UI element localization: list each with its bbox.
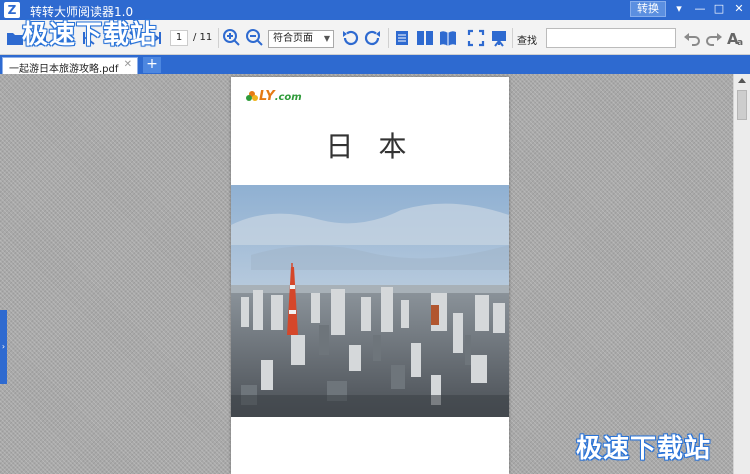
toolbar-divider: [512, 28, 513, 48]
svg-text:a: a: [737, 38, 743, 48]
convert-button[interactable]: 转换: [630, 1, 666, 17]
rotate-left-icon[interactable]: [340, 28, 360, 48]
sidebar-toggle[interactable]: ›: [0, 310, 7, 384]
pdf-page: LY.com 日 本: [231, 77, 509, 474]
tab-bar: 一起游日本旅游攻略.pdf ✕ +: [0, 55, 750, 75]
close-button[interactable]: ✕: [730, 1, 748, 17]
redo-icon[interactable]: [704, 28, 724, 48]
zoom-select-value: 符合页面: [273, 33, 313, 44]
find-input[interactable]: [546, 28, 676, 48]
find-label: 查找: [517, 36, 537, 47]
minimize-button[interactable]: —: [691, 1, 709, 17]
scrollbar-thumb[interactable]: [737, 90, 747, 120]
tab-document[interactable]: 一起游日本旅游攻略.pdf ✕: [2, 57, 138, 75]
vertical-scrollbar[interactable]: [733, 74, 750, 474]
chevron-right-icon: ›: [1, 342, 6, 351]
book-view-icon[interactable]: [438, 28, 458, 48]
app-logo: Z: [4, 2, 20, 18]
tokyo-city-photo: [231, 185, 509, 417]
page-total-label: / 11: [193, 32, 213, 43]
watermark-top: 极速下载站: [22, 20, 158, 50]
single-page-icon[interactable]: [392, 28, 412, 48]
toolbar-divider: [218, 28, 219, 48]
flower-logo-icon: [246, 91, 258, 101]
zoom-out-icon[interactable]: [245, 28, 265, 48]
menu-dropdown-icon[interactable]: ▾: [670, 1, 688, 17]
rotate-right-icon[interactable]: [363, 28, 383, 48]
presentation-icon[interactable]: [489, 28, 509, 48]
zoom-in-icon[interactable]: [222, 28, 242, 48]
undo-icon[interactable]: [682, 28, 702, 48]
close-icon[interactable]: ✕: [124, 59, 132, 70]
page-number-input[interactable]: 1: [170, 30, 188, 46]
maximize-button[interactable]: □: [710, 1, 728, 17]
two-page-icon[interactable]: [415, 28, 435, 48]
scroll-up-arrow-icon[interactable]: [738, 78, 746, 83]
watermark-bottom: 极速下载站: [576, 434, 712, 464]
page-title: 日 本: [325, 130, 415, 163]
add-tab-button[interactable]: +: [143, 57, 161, 73]
tab-label: 一起游日本旅游攻略.pdf: [9, 64, 119, 75]
zoom-select[interactable]: 符合页面 ▼: [268, 30, 334, 48]
toolbar-divider: [388, 28, 389, 48]
chevron-down-icon: ▼: [323, 34, 330, 43]
font-size-icon[interactable]: A a: [726, 28, 746, 48]
fullscreen-icon[interactable]: [466, 28, 486, 48]
logo-text: LY.com: [259, 89, 302, 104]
